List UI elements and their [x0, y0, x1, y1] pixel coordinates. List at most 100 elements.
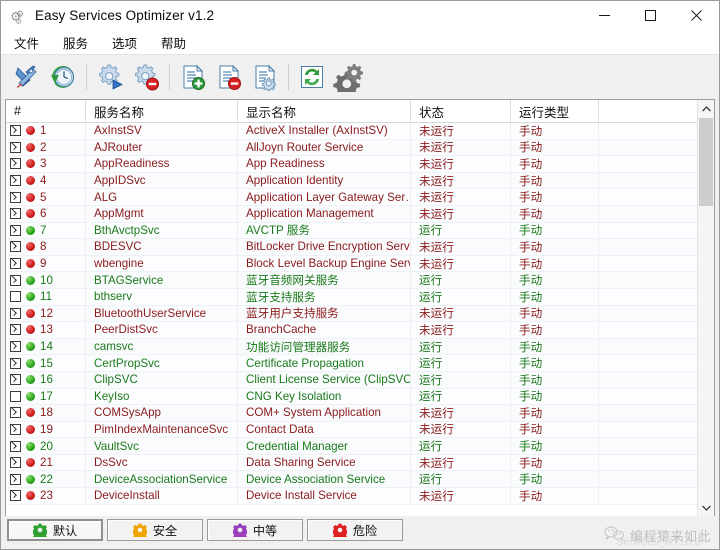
menu-service[interactable]: 服务 [61, 32, 90, 53]
row-checkbox[interactable] [10, 158, 21, 170]
table-row[interactable]: 18 COMSysApp COM+ System Application 未运行 手动 [6, 404, 714, 422]
row-selector-cell[interactable]: 8 [6, 238, 86, 256]
column-header-num[interactable]: # [6, 100, 86, 122]
table-row[interactable]: 21 DsSvc Data Sharing Service 未运行 手动 [6, 454, 714, 472]
row-checkbox[interactable] [10, 191, 21, 203]
row-checkbox[interactable] [10, 241, 21, 253]
column-header-service[interactable]: 服务名称 [86, 100, 238, 122]
row-checkbox[interactable] [10, 291, 21, 303]
scrollbar-thumb[interactable] [699, 118, 713, 206]
table-row[interactable]: 20 VaultSvc Credential Manager 运行 手动 [6, 437, 714, 455]
row-selector-cell[interactable]: 22 [6, 470, 86, 488]
table-row[interactable]: 5 ALG Application Layer Gateway Ser… 未运行 手动 [6, 188, 714, 206]
row-checkbox[interactable] [10, 423, 21, 435]
row-selector-cell[interactable]: 3 [6, 155, 86, 173]
row-selector-cell[interactable]: 13 [6, 321, 86, 339]
table-row[interactable]: 1 AxInstSV ActiveX Installer (AxInstSV) 未运行… [6, 123, 714, 140]
table-row[interactable]: 7 BthAvctpSvc AVCTP 服务 运行 手动 [6, 222, 714, 240]
settings-button[interactable] [330, 58, 366, 96]
minimize-button[interactable] [581, 1, 627, 30]
scroll-down-button[interactable] [698, 499, 714, 516]
row-checkbox[interactable] [10, 208, 21, 220]
row-selector-cell[interactable]: 23 [6, 487, 86, 505]
row-selector-cell[interactable]: 21 [6, 454, 86, 471]
row-checkbox[interactable] [10, 175, 21, 187]
close-button[interactable] [673, 1, 719, 30]
row-checkbox[interactable] [10, 224, 21, 236]
row-selector-cell[interactable]: 11 [6, 288, 86, 306]
row-checkbox[interactable] [10, 357, 21, 369]
row-checkbox[interactable] [10, 141, 21, 153]
row-selector-cell[interactable]: 15 [6, 354, 86, 372]
table-row[interactable]: 4 AppIDSvc Application Identity 未运行 手动 [6, 172, 714, 190]
table-row[interactable]: 11 bthserv 蓝牙支持服务 运行 手动 [6, 288, 714, 306]
refresh-button[interactable] [294, 58, 330, 96]
table-row[interactable]: 8 BDESVC BitLocker Drive Encryption Servic… [6, 238, 714, 256]
table-row[interactable]: 6 AppMgmt Application Management 未运行 手动 [6, 205, 714, 223]
table-row[interactable]: 10 BTAGService 蓝牙音频网关服务 运行 手动 [6, 271, 714, 289]
table-row[interactable]: 17 KeyIso CNG Key Isolation 运行 手动 [6, 388, 714, 406]
stop-service-button[interactable] [128, 58, 164, 96]
preset-tab-2[interactable]: 中等 [207, 519, 303, 541]
scroll-up-button[interactable] [698, 100, 714, 117]
row-checkbox[interactable] [10, 341, 21, 353]
menu-options[interactable]: 选项 [110, 32, 139, 53]
column-header-display[interactable]: 显示名称 [238, 100, 411, 122]
start-service-button[interactable] [92, 58, 128, 96]
add-list-button[interactable] [175, 58, 211, 96]
row-checkbox[interactable] [10, 407, 21, 419]
remove-list-button[interactable] [211, 58, 247, 96]
table-row[interactable]: 22 DeviceAssociationService Device Associa… [6, 470, 714, 489]
row-selector-cell[interactable]: 14 [6, 338, 86, 355]
row-checkbox[interactable] [10, 307, 21, 319]
row-selector-cell[interactable]: 17 [6, 388, 86, 405]
row-selector-cell[interactable]: 12 [6, 305, 86, 322]
row-selector-cell[interactable]: 5 [6, 188, 86, 206]
vertical-scrollbar[interactable] [697, 100, 714, 516]
table-row[interactable]: 2 AJRouter AllJoyn Router Service 未运行 手动 [6, 139, 714, 157]
preset-tab-3[interactable]: 危险 [307, 519, 403, 541]
row-selector-cell[interactable]: 6 [6, 205, 86, 223]
row-selector-cell[interactable]: 1 [6, 123, 86, 140]
edit-list-button[interactable] [247, 58, 283, 96]
table-row[interactable]: 3 AppReadiness App Readiness 未运行 手动 [6, 155, 714, 173]
table-row[interactable]: 12 BluetoothUserService 蓝牙用户支持服务 未运行 手动 [6, 305, 714, 323]
row-checkbox[interactable] [10, 490, 21, 502]
row-checkbox[interactable] [10, 457, 21, 469]
table-row[interactable]: 14 camsvc 功能访问管理器服务 运行 手动 [6, 338, 714, 356]
cell-startup: 手动 [511, 321, 599, 339]
table-row[interactable]: 23 DeviceInstall Device Install Service 未运行… [6, 487, 714, 505]
row-selector-cell[interactable]: 7 [6, 222, 86, 239]
table-row[interactable]: 16 ClipSVC Client License Service (ClipSVC… [6, 371, 714, 389]
restore-defaults-button[interactable] [45, 58, 81, 96]
row-selector-cell[interactable]: 16 [6, 371, 86, 388]
table-row[interactable]: 9 wbengine Block Level Backup Engine Servi… [6, 255, 714, 273]
column-header-extra[interactable] [599, 100, 711, 122]
row-checkbox[interactable] [10, 324, 21, 336]
row-selector-cell[interactable]: 18 [6, 404, 86, 422]
table-row[interactable]: 15 CertPropSvc Certificate Propagation 运行 手动 [6, 354, 714, 372]
row-selector-cell[interactable]: 20 [6, 437, 86, 455]
row-selector-cell[interactable]: 19 [6, 421, 86, 438]
row-checkbox[interactable] [10, 440, 21, 452]
preset-tab-0[interactable]: 默认 [7, 519, 103, 541]
row-checkbox[interactable] [10, 274, 21, 286]
column-header-status[interactable]: 状态 [411, 100, 511, 122]
menu-help[interactable]: 帮助 [159, 32, 188, 53]
table-row[interactable]: 19 PimIndexMaintenanceSvc Contact Data 未运行手… [6, 421, 714, 439]
row-checkbox[interactable] [10, 258, 21, 270]
row-selector-cell[interactable]: 10 [6, 271, 86, 289]
row-checkbox[interactable] [10, 390, 21, 402]
row-selector-cell[interactable]: 4 [6, 172, 86, 189]
optimize-button[interactable] [9, 58, 45, 96]
row-selector-cell[interactable]: 2 [6, 139, 86, 156]
row-checkbox[interactable] [10, 125, 21, 137]
table-row[interactable]: 13 PeerDistSvc BranchCache 未运行 手动 [6, 321, 714, 339]
row-checkbox[interactable] [10, 473, 21, 485]
row-selector-cell[interactable]: 9 [6, 255, 86, 272]
preset-tab-1[interactable]: 安全 [107, 519, 203, 541]
maximize-button[interactable] [627, 1, 673, 30]
column-header-startup[interactable]: 运行类型 [511, 100, 599, 122]
row-checkbox[interactable] [10, 374, 21, 386]
menu-file[interactable]: 文件 [12, 32, 41, 53]
